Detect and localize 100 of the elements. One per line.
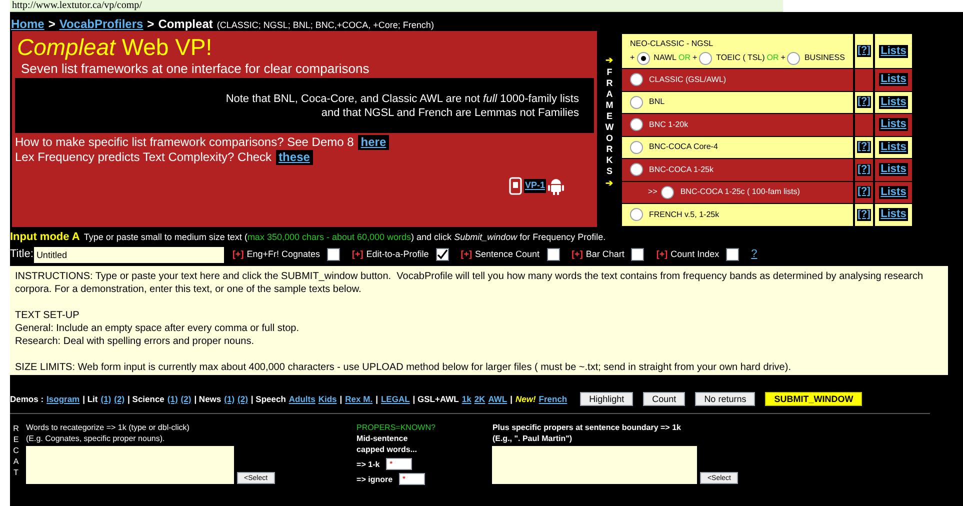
demo-link[interactable]: (1): [100, 392, 112, 406]
radio-button[interactable]: [787, 52, 800, 64]
option-label: Eng+Fr! Cognates: [246, 248, 320, 261]
lists-link[interactable]: Lists: [878, 44, 908, 58]
page-title: Compleat: [158, 16, 213, 33]
help-link[interactable]: [?]: [856, 186, 872, 198]
lists-link[interactable]: Lists: [878, 118, 908, 132]
demo-link[interactable]: (1): [167, 392, 178, 406]
framework-label: BNL: [649, 96, 665, 108]
option-label: Edit-to-a-Profile: [366, 248, 429, 261]
propers-title: PROPERS=KNOWN?: [356, 422, 436, 433]
framework-row[interactable]: BNC 1-20k: [622, 114, 853, 136]
help-link[interactable]: [?]: [856, 208, 872, 221]
plus-text: +: [780, 52, 786, 64]
radio-button[interactable]: [699, 52, 712, 64]
radio-button[interactable]: [630, 118, 643, 132]
action-button[interactable]: Highlight: [580, 392, 634, 406]
option-label: Sentence Count: [475, 248, 540, 261]
breadcrumb-link[interactable]: VocabProfilers: [59, 15, 144, 33]
demo-link[interactable]: AWL: [488, 392, 508, 406]
radio-button[interactable]: [630, 208, 643, 222]
lists-link[interactable]: Lists: [878, 186, 908, 199]
note-text: Note that BNL, Coca-Core, and Classic AWL are not full 1000-family lists: [226, 92, 579, 106]
question-link[interactable]: here: [358, 135, 390, 150]
app-link[interactable]: VP-1: [524, 179, 546, 193]
lists-link[interactable]: Lists: [878, 163, 908, 176]
framework-row[interactable]: >> BNC-COCA 1-25c ( 100-fam lists): [622, 182, 853, 203]
breadcrumb-link[interactable]: Home: [11, 15, 44, 33]
help-link[interactable]: [?]: [856, 164, 872, 176]
or-text: OR: [678, 52, 690, 64]
help-link[interactable]: [?]: [856, 96, 872, 108]
demo-link[interactable]: (2): [238, 392, 248, 406]
lists-link[interactable]: Lists: [878, 140, 908, 154]
demo-link[interactable]: Rex M.: [345, 392, 373, 406]
propers-hint: capped words...: [356, 444, 418, 455]
demo-category: |: [340, 392, 342, 406]
expand-marker[interactable]: [+]: [352, 248, 364, 262]
checkbox[interactable]: [436, 248, 449, 261]
option-label: BUSINESS: [804, 52, 845, 64]
framework-label: BNC 1-20k: [649, 118, 688, 131]
demo-link[interactable]: LEGAL: [380, 392, 410, 406]
question-text: How to make specific list framework comparisons? See Demo 8: [15, 135, 354, 150]
demo-category: | Lit: [82, 392, 98, 406]
propers-hint: Mid-sentence: [356, 433, 409, 444]
radio-button[interactable]: [661, 186, 674, 199]
breadcrumb-separator: >: [48, 16, 56, 33]
radio-button[interactable]: [630, 163, 643, 176]
demo-link[interactable]: French: [538, 392, 568, 406]
expand-marker[interactable]: [+]: [656, 248, 668, 262]
expand-marker[interactable]: [+]: [232, 248, 244, 262]
framework-label: CLASSIC (GSL/AWL): [649, 74, 726, 86]
radio-button[interactable]: [630, 140, 643, 154]
framework-row[interactable]: BNC-COCA 1-25k: [622, 159, 853, 180]
input-mode-label: Input mode A: [10, 231, 80, 243]
propers-field[interactable]: [492, 446, 698, 484]
recategorize-field[interactable]: [26, 446, 234, 484]
expand-marker[interactable]: [+]: [572, 248, 583, 262]
question-link[interactable]: these: [276, 150, 313, 165]
radio-button[interactable]: [630, 73, 643, 86]
demo-category: | Speech: [250, 392, 286, 406]
breadcrumb-separator: >: [147, 16, 154, 33]
demo-category: |: [510, 392, 512, 406]
expand-marker[interactable]: [+]: [460, 248, 472, 262]
demo-link[interactable]: (2): [114, 392, 125, 406]
demo-link[interactable]: 1k: [462, 392, 472, 406]
input-mode-text: Type or paste small to medium size text (max 350,000 chars - about 60,000 words) and click Submit_window for Frequency Profile.: [84, 231, 606, 243]
checkbox[interactable]: [726, 248, 740, 261]
framework-row[interactable]: FRENCH v.5, 1-25k: [622, 204, 853, 226]
action-button[interactable]: Count: [643, 392, 686, 406]
action-button[interactable]: No returns: [695, 392, 756, 406]
demo-link[interactable]: Kids: [318, 392, 337, 406]
framework-label: BNC-COCA Core-4: [649, 141, 718, 154]
lists-link[interactable]: Lists: [878, 208, 908, 222]
lists-link[interactable]: Lists: [878, 73, 908, 86]
demo-category: | GSL+AWL: [412, 392, 459, 406]
choice-label: => 1-k: [356, 458, 380, 470]
checkbox[interactable]: [546, 248, 560, 261]
help-link[interactable]: ?: [751, 246, 758, 263]
checkbox[interactable]: [326, 248, 340, 261]
demo-link[interactable]: (1): [224, 392, 235, 406]
title-field[interactable]: Untitled: [34, 246, 224, 262]
help-link[interactable]: [?]: [856, 141, 872, 154]
lists-link[interactable]: Lists: [878, 96, 908, 109]
demo-link[interactable]: Isogram: [46, 392, 80, 406]
help-link[interactable]: [?]: [856, 45, 872, 57]
demo-link[interactable]: (2): [180, 392, 192, 406]
radio-button[interactable]: [636, 52, 650, 64]
checkbox[interactable]: [631, 248, 644, 261]
framework-row[interactable]: NEO-CLASSIC - NGSL + NAWL OR + TOEIC ( TSL) OR + BUSINESS: [622, 34, 853, 68]
framework-row[interactable]: BNL: [622, 92, 853, 113]
option-label: TOEIC ( TSL): [716, 52, 765, 64]
demo-link[interactable]: 2K: [474, 392, 486, 406]
demo-link[interactable]: Adults: [288, 392, 316, 406]
radio-button[interactable]: [630, 96, 643, 109]
framework-row[interactable]: BNC-COCA Core-4: [622, 136, 853, 158]
framework-label: BNC-COCA 1-25k: [649, 164, 714, 176]
text-input-area[interactable]: INSTRUCTIONS: Type or paste your text here and click the SUBMIT_window button. VocabProfile will tell you how many words the text contains from frequency bands as determined by analysing research corpora. For a demonstration, enter this text, or one of the sample texts below. TEXT SET-UP General: Include an empty space after every comma or full stop. Research: Deal with spelling errors and proper nouns. SIZE LIMITS: Web form input is currently max about 400,000 characters - use UPLOAD method below for larger files ( must be ~.txt; send in straight from your own hard drive).: [10, 266, 948, 375]
tablet-icon: [508, 177, 522, 195]
framework-row[interactable]: CLASSIC (GSL/AWL): [622, 69, 853, 90]
submit-button[interactable]: SUBMIT_WINDOW: [765, 392, 862, 406]
